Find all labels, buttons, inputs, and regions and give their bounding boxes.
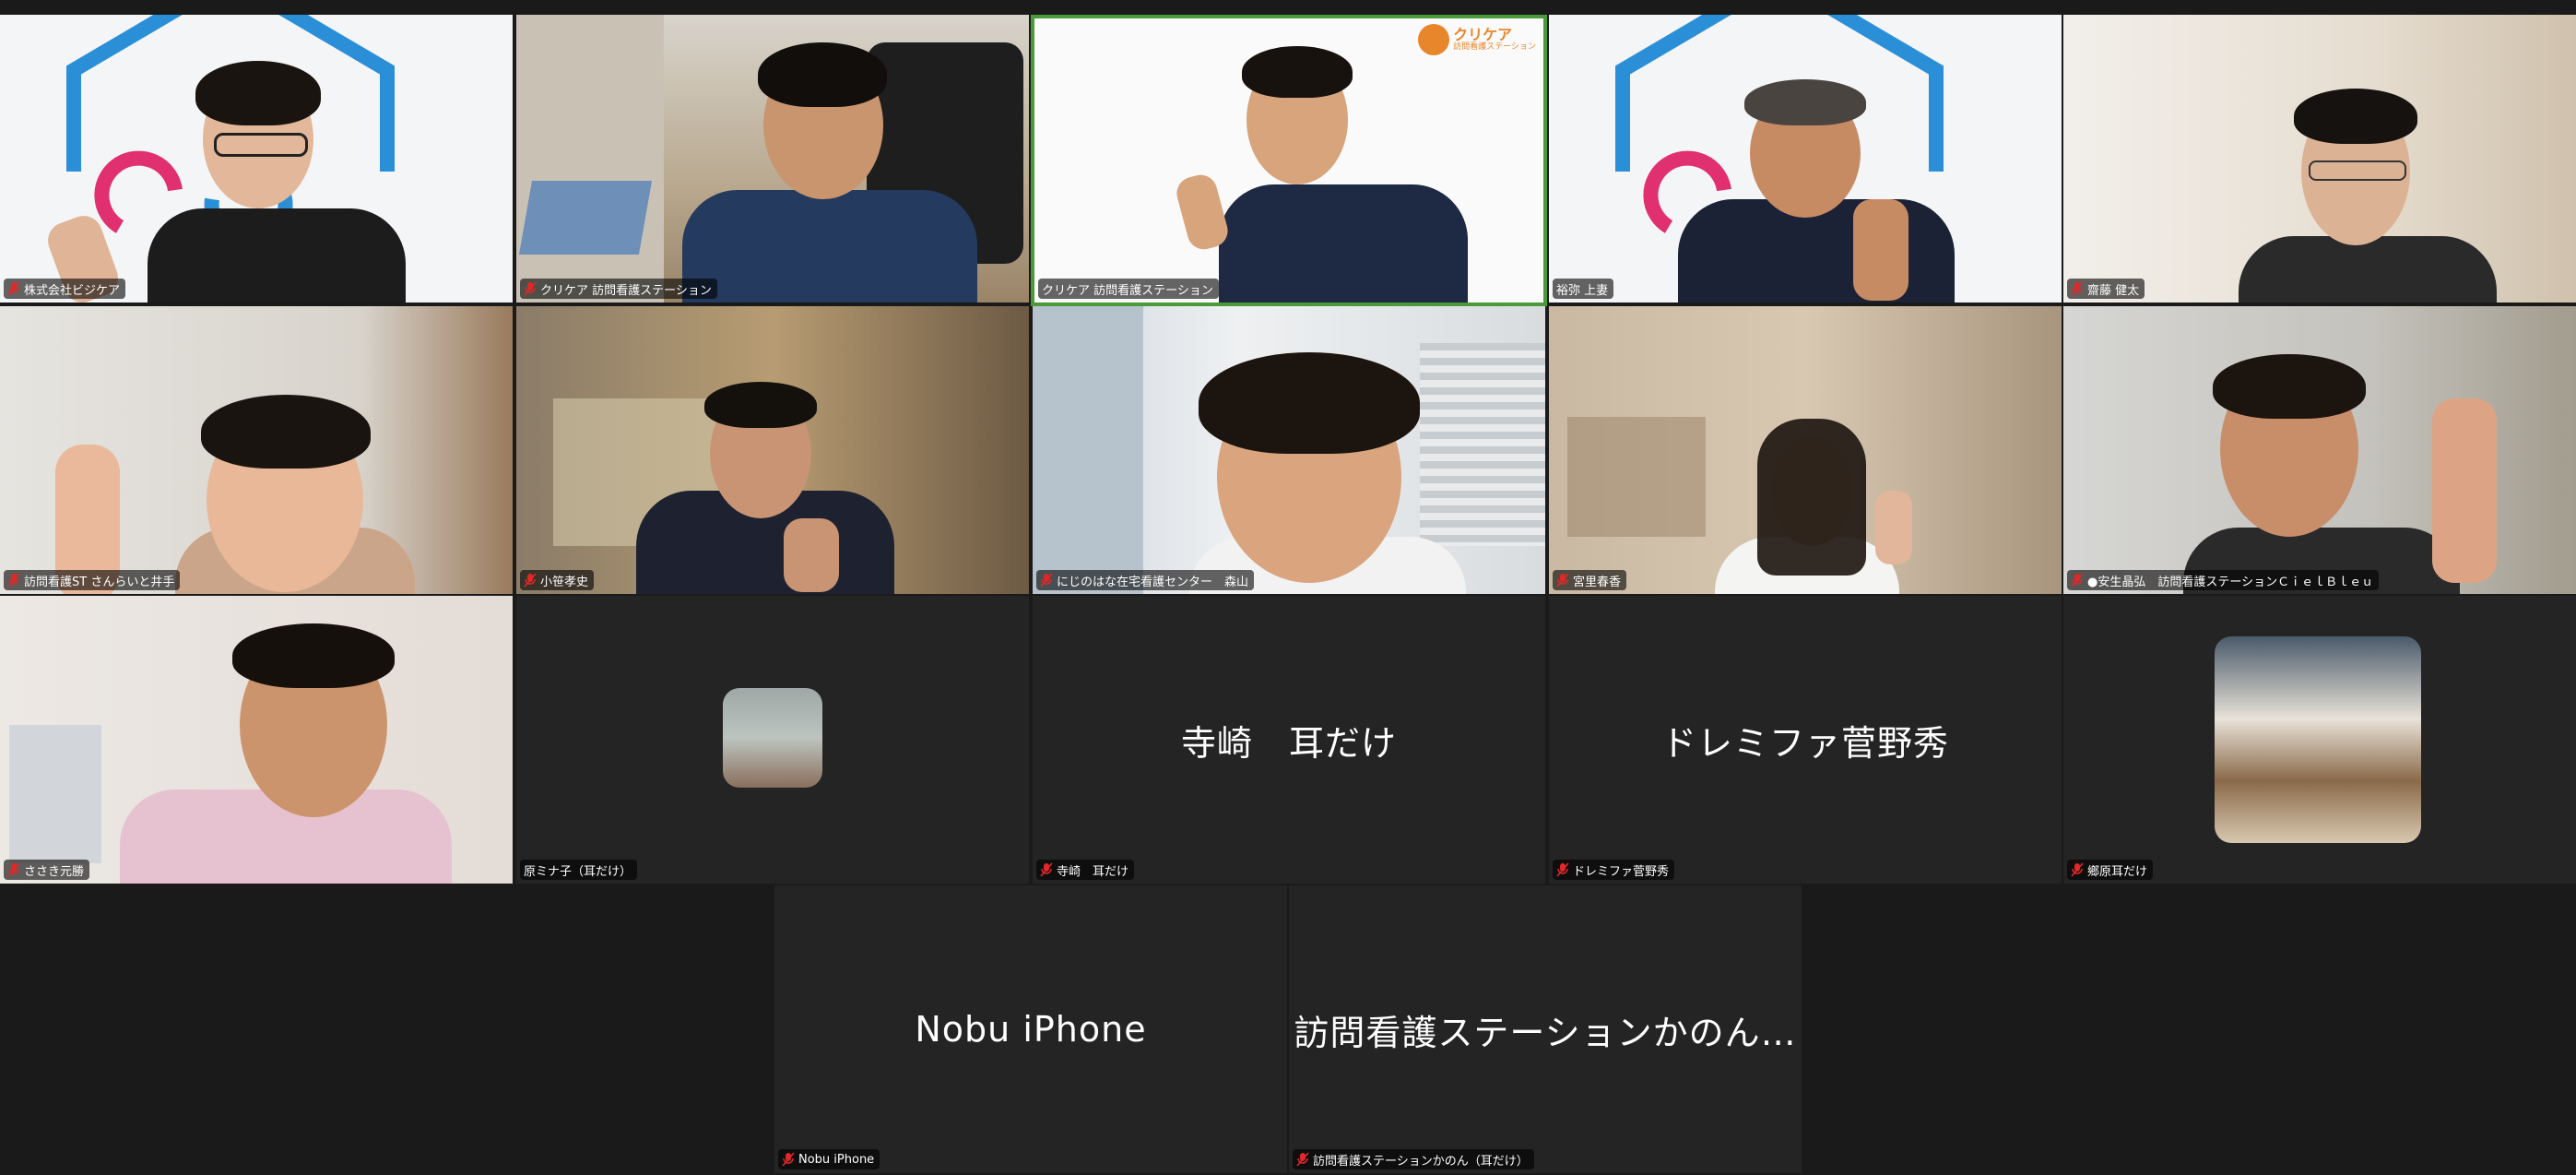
participant-tile-audio-only[interactable]: 鄉原耳だけ [2063,596,2576,884]
participant-tile[interactable]: 小笹孝史 [516,306,1029,594]
mic-off-icon [1040,862,1053,877]
participant-name: 原ミナ子（耳だけ） [524,864,632,879]
participant-name: 裕弥 上妻 [1556,283,1609,298]
participant-video [2063,15,2576,303]
participant-tile[interactable]: 齋藤 健太 [2063,15,2576,303]
participant-name: ドレミファ菅野秀 [1573,864,1670,879]
participant-name: 訪問看護ステーションかのん（耳だけ） [1313,1154,1529,1169]
participant-display-name: 寺崎 耳だけ [1180,722,1397,764]
participant-video [1033,306,1545,594]
participant-tile-audio-only[interactable]: 原ミナ子（耳だけ） [516,596,1029,884]
participant-avatar [723,688,822,788]
participant-video [0,15,513,303]
participant-video [1549,15,2062,303]
participant-name-label: Nobu iPhone [778,1149,880,1169]
participant-name-label: 訪問看護ST さんらいと井手 [4,570,181,590]
participant-name-label: 寺崎 耳だけ [1036,860,1135,880]
mic-off-icon [1040,573,1053,588]
mic-off-icon [1296,1152,1309,1167]
participant-video [0,596,513,884]
mic-off-icon [524,281,537,296]
mic-off-icon [782,1152,795,1167]
mic-off-icon [2071,573,2084,588]
participant-name-label: 株式会社ビジケア [4,279,126,299]
participant-name: 株式会社ビジケア [24,283,121,298]
participant-avatar [2215,636,2421,843]
participant-name-label: 宮里春香 [1553,570,1627,590]
participant-tile[interactable]: にじのはな在宅看護センター 森山 [1033,306,1545,594]
mic-off-icon [524,573,537,588]
participant-name-label: ドレミファ菅野秀 [1553,860,1675,880]
participant-name-label: 齋藤 健太 [2067,279,2145,299]
participant-video [0,306,513,594]
mic-off-icon [7,573,20,588]
top-bar [0,0,2576,15]
participant-tile[interactable]: ●安生晶弘 訪問看護ステーションＣｉｅｌＢｌｅｕ [2063,306,2576,594]
participant-video [516,306,1029,594]
participant-name-label: 裕弥 上妻 [1553,279,1614,299]
participant-tile-audio-only[interactable]: Nobu iPhone Nobu iPhone [774,885,1287,1173]
participant-name-label: 小笹孝史 [520,570,595,590]
participant-video [2063,306,2576,594]
mic-off-icon [1556,862,1569,877]
participant-tile[interactable]: クリケア 訪問看護ステーション [516,15,1029,303]
participant-name-label: 訪問看護ステーションかのん（耳だけ） [1293,1149,1534,1169]
mic-off-icon [1556,573,1569,588]
participant-video: クリケア 訪問看護ステーション [1034,18,1543,303]
participant-name-label: ●安生晶弘 訪問看護ステーションＣｉｅｌＢｌｅｕ [2067,570,2380,590]
participant-name: 訪問看護ST さんらいと井手 [24,575,175,589]
participant-name-label: 原ミナ子（耳だけ） [520,860,638,880]
participant-name-label: 鄉原耳だけ [2067,860,2154,880]
mic-off-icon [7,862,20,877]
brand-logo: クリケア 訪問看護ステーション [1418,24,1536,55]
video-gallery: 株式会社ビジケア クリケア 訪問看護ステーション クリケア 訪問看護ステーション [0,0,2576,1175]
participant-name: 宮里春香 [1573,575,1622,589]
logo-circle-icon [1418,24,1450,55]
participant-name: 鄉原耳だけ [2087,864,2148,879]
participant-name-label: クリケア 訪問看護ステーション [1038,279,1219,299]
participant-video [516,15,1029,303]
mic-off-icon [2071,862,2084,877]
participant-name: 齋藤 健太 [2087,283,2140,298]
participant-tile[interactable]: ささき元勝 [0,596,513,884]
participant-tile[interactable]: 裕弥 上妻 [1549,15,2062,303]
participant-tile[interactable]: 訪問看護ST さんらいと井手 [0,306,513,594]
participant-display-name: Nobu iPhone [915,1009,1147,1050]
participant-tile[interactable]: 宮里春香 [1549,306,2062,594]
mic-off-icon [7,281,20,296]
participant-tile-audio-only[interactable]: 訪問看護ステーションかのん… 訪問看護ステーションかのん（耳だけ） [1289,885,1802,1173]
participant-name: Nobu iPhone [798,1152,875,1167]
participant-name: クリケア 訪問看護ステーション [1042,283,1213,298]
participant-name: にじのはな在宅看護センター 森山 [1057,575,1249,589]
participant-name-label: クリケア 訪問看護ステーション [520,279,717,299]
participant-video [1549,306,2062,594]
mic-off-icon [2071,281,2084,296]
participant-display-name: 訪問看護ステーションかのん… [1294,1012,1797,1053]
participant-name: ●安生晶弘 訪問看護ステーションＣｉｅｌＢｌｅｕ [2087,575,2374,589]
participant-tile-audio-only[interactable]: ドレミファ菅野秀 ドレミファ菅野秀 [1549,596,2062,884]
participant-tile-active-speaker[interactable]: クリケア 訪問看護ステーション クリケア 訪問看護ステーション [1031,15,1547,306]
participant-name: 小笹孝史 [540,575,589,589]
participant-name: ささき元勝 [24,864,85,879]
participant-display-name: ドレミファ菅野秀 [1660,722,1949,764]
participant-tile-audio-only[interactable]: 寺崎 耳だけ 寺崎 耳だけ [1033,596,1545,884]
participant-name-label: にじのはな在宅看護センター 森山 [1036,570,1255,590]
participant-tile[interactable]: 株式会社ビジケア [0,15,513,303]
participant-name: クリケア 訪問看護ステーション [540,283,712,298]
participant-name: 寺崎 耳だけ [1057,864,1129,879]
participant-name-label: ささき元勝 [4,860,90,880]
